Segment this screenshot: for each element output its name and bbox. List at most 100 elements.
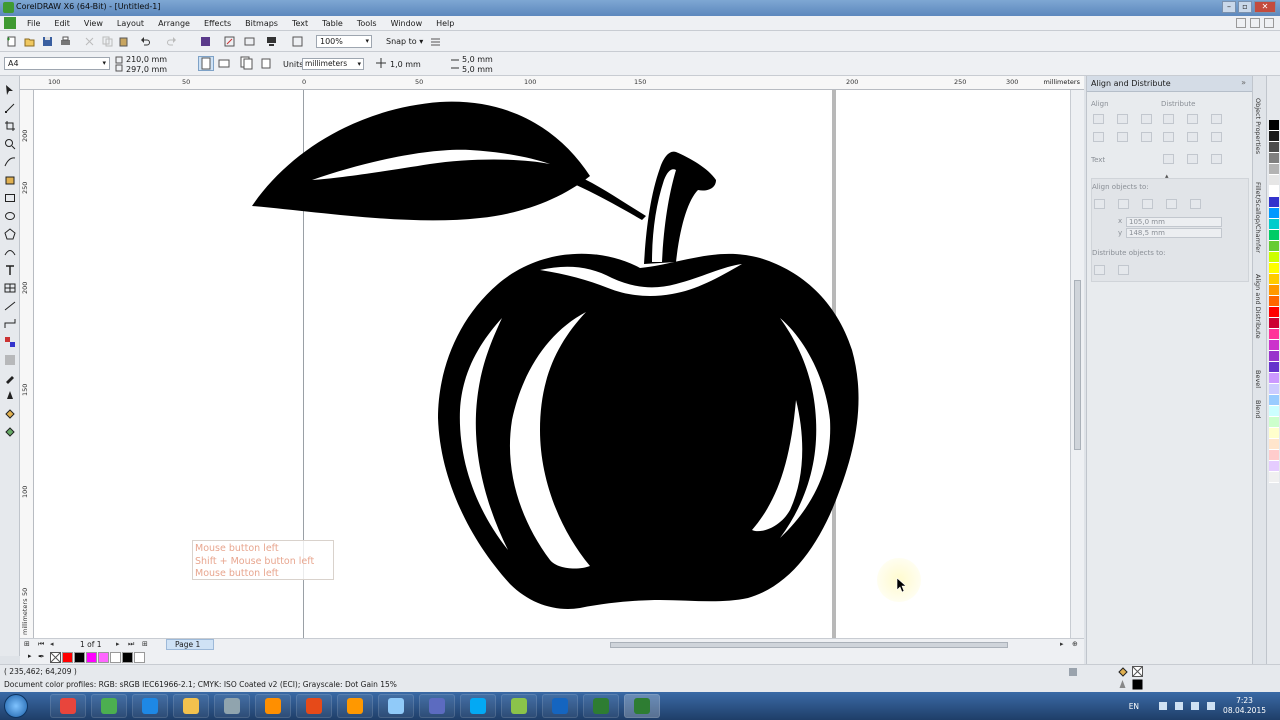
menu-layout[interactable]: Layout — [110, 16, 151, 31]
redo-icon[interactable] — [166, 36, 177, 47]
text-align-third-icon[interactable] — [1211, 154, 1222, 164]
taskbar-app-excel-like[interactable] — [583, 694, 619, 718]
cut-icon[interactable] — [84, 36, 95, 47]
palette-color-swatch[interactable] — [1269, 428, 1279, 439]
tray-icon[interactable] — [1175, 702, 1184, 710]
taskbar-app-word-like[interactable] — [542, 694, 578, 718]
distribute-left-icon[interactable] — [1163, 114, 1174, 124]
page-center-icon[interactable] — [1142, 199, 1153, 209]
polygon-tool-icon[interactable] — [4, 228, 16, 240]
palette-color-swatch[interactable] — [1269, 153, 1279, 164]
x-position-field[interactable]: 105,0 mm — [1126, 217, 1222, 227]
close-button[interactable]: ✕ — [1254, 1, 1276, 13]
duplicate-y-field[interactable]: 5,0 mm — [462, 65, 493, 75]
taskbar-app-corel-green[interactable] — [91, 694, 127, 718]
palette-color-swatch[interactable] — [1269, 406, 1279, 417]
tray-icon[interactable] — [1207, 702, 1216, 710]
taskbar-app-coreldraw-active[interactable] — [624, 694, 660, 718]
pick-tool-icon[interactable] — [4, 84, 16, 96]
palette-color-swatch[interactable] — [1269, 340, 1279, 351]
taskbar-app-firefox-like[interactable] — [337, 694, 373, 718]
menu-arrange[interactable]: Arrange — [151, 16, 197, 31]
distribute-middle-icon[interactable] — [1187, 132, 1198, 142]
text-tool-icon[interactable] — [4, 264, 16, 276]
palette-color-swatch[interactable] — [1269, 296, 1279, 307]
tab-object-properties[interactable]: Object Properties — [1254, 98, 1262, 154]
page-tab[interactable]: Page 1 — [166, 639, 214, 650]
taskbar-app-skype[interactable] — [460, 694, 496, 718]
save-icon[interactable] — [42, 36, 53, 47]
dimension-tool-icon[interactable] — [4, 300, 16, 312]
palette-color-swatch[interactable] — [1269, 472, 1279, 483]
palette-color-swatch[interactable] — [1269, 164, 1279, 175]
toolbox-more-icon[interactable] — [4, 650, 16, 654]
taskbar-app-notepad[interactable] — [378, 694, 414, 718]
page-size-select[interactable]: A4 ▾ — [4, 57, 110, 70]
application-launcher-icon[interactable] — [266, 36, 277, 47]
palette-color-swatch[interactable] — [1269, 263, 1279, 274]
palette-color-swatch[interactable] — [1269, 329, 1279, 340]
export-icon[interactable] — [224, 36, 235, 47]
menu-effects[interactable]: Effects — [197, 16, 238, 31]
palette-color-swatch[interactable] — [1269, 362, 1279, 373]
shape-tool-icon[interactable] — [4, 102, 16, 114]
units-select[interactable]: millimeters ▾ — [302, 58, 364, 70]
menu-window[interactable]: Window — [384, 16, 430, 31]
grid-icon[interactable] — [1166, 199, 1177, 209]
transparency-tool-icon[interactable] — [4, 354, 16, 366]
system-clock[interactable]: 7:23 08.04.2015 — [1223, 696, 1266, 716]
palette-color-swatch[interactable] — [1269, 142, 1279, 153]
align-left-icon[interactable] — [1093, 114, 1104, 124]
palette-swatch[interactable] — [110, 652, 121, 663]
distribute-bottom-icon[interactable] — [1211, 132, 1222, 142]
landscape-icon[interactable] — [218, 58, 230, 69]
menu-help[interactable]: Help — [429, 16, 461, 31]
doc-restore-icon[interactable] — [1250, 18, 1260, 28]
new-document-icon[interactable] — [6, 36, 17, 47]
palette-color-swatch[interactable] — [1269, 307, 1279, 318]
last-page-icon[interactable]: ⏭ — [128, 640, 134, 649]
tab-fillet-scallop-chamfer[interactable]: Fillet/Scallop/Chamfer — [1254, 182, 1262, 253]
docker-collapse-icon[interactable]: » — [1241, 78, 1246, 87]
navigator-icon[interactable]: ⊕ — [1072, 640, 1078, 648]
align-center-h-icon[interactable] — [1117, 114, 1128, 124]
interactive-fill-tool-icon[interactable] — [4, 426, 16, 438]
palette-color-swatch[interactable] — [1269, 461, 1279, 472]
distribute-to-page-icon[interactable] — [1118, 265, 1129, 275]
options-icon[interactable] — [430, 36, 441, 47]
current-page-icon[interactable] — [260, 58, 272, 69]
palette-swatch[interactable] — [86, 652, 97, 663]
crop-tool-icon[interactable] — [4, 120, 16, 132]
taskbar-app-internet-explorer[interactable] — [132, 694, 168, 718]
fill-tool-icon[interactable] — [4, 408, 16, 420]
palette-color-swatch[interactable] — [1269, 208, 1279, 219]
portrait-icon[interactable] — [198, 56, 214, 71]
vertical-scrollbar[interactable] — [1070, 90, 1084, 638]
outline-pen-tool-icon[interactable] — [4, 390, 16, 402]
palette-color-swatch[interactable] — [1269, 219, 1279, 230]
page-height-field[interactable]: 297,0 mm — [126, 65, 167, 75]
distribute-center-icon[interactable] — [1187, 114, 1198, 124]
add-page-before-icon[interactable]: ⊞ — [24, 640, 30, 648]
text-align-second-icon[interactable] — [1187, 154, 1198, 164]
duplicate-x-field[interactable]: 5,0 mm — [462, 55, 493, 65]
status-info-icon[interactable] — [1068, 667, 1078, 677]
paste-icon[interactable] — [118, 36, 129, 47]
copy-icon[interactable] — [102, 36, 113, 47]
all-pages-icon[interactable] — [240, 56, 254, 70]
tab-align-distribute[interactable]: Align and Distribute — [1254, 274, 1262, 339]
vertical-scroll-thumb[interactable] — [1074, 280, 1081, 450]
page-width-field[interactable]: 210,0 mm — [126, 55, 167, 65]
palette-color-swatch[interactable] — [1269, 373, 1279, 384]
eyedropper-tool-icon[interactable] — [4, 372, 16, 384]
doc-close-icon[interactable] — [1264, 18, 1274, 28]
menu-view[interactable]: View — [77, 16, 110, 31]
tray-icon[interactable] — [1191, 702, 1200, 710]
menu-text[interactable]: Text — [285, 16, 315, 31]
align-top-icon[interactable] — [1093, 132, 1104, 142]
rectangle-tool-icon[interactable] — [4, 192, 16, 204]
freehand-tool-icon[interactable] — [4, 156, 16, 168]
align-center-v-icon[interactable] — [1117, 132, 1128, 142]
color-profiles[interactable]: Document color profiles: RGB: sRGB IEC61… — [4, 680, 397, 689]
vertical-ruler[interactable]: 200 250 200 150 100 50 millimeters — [20, 90, 34, 640]
